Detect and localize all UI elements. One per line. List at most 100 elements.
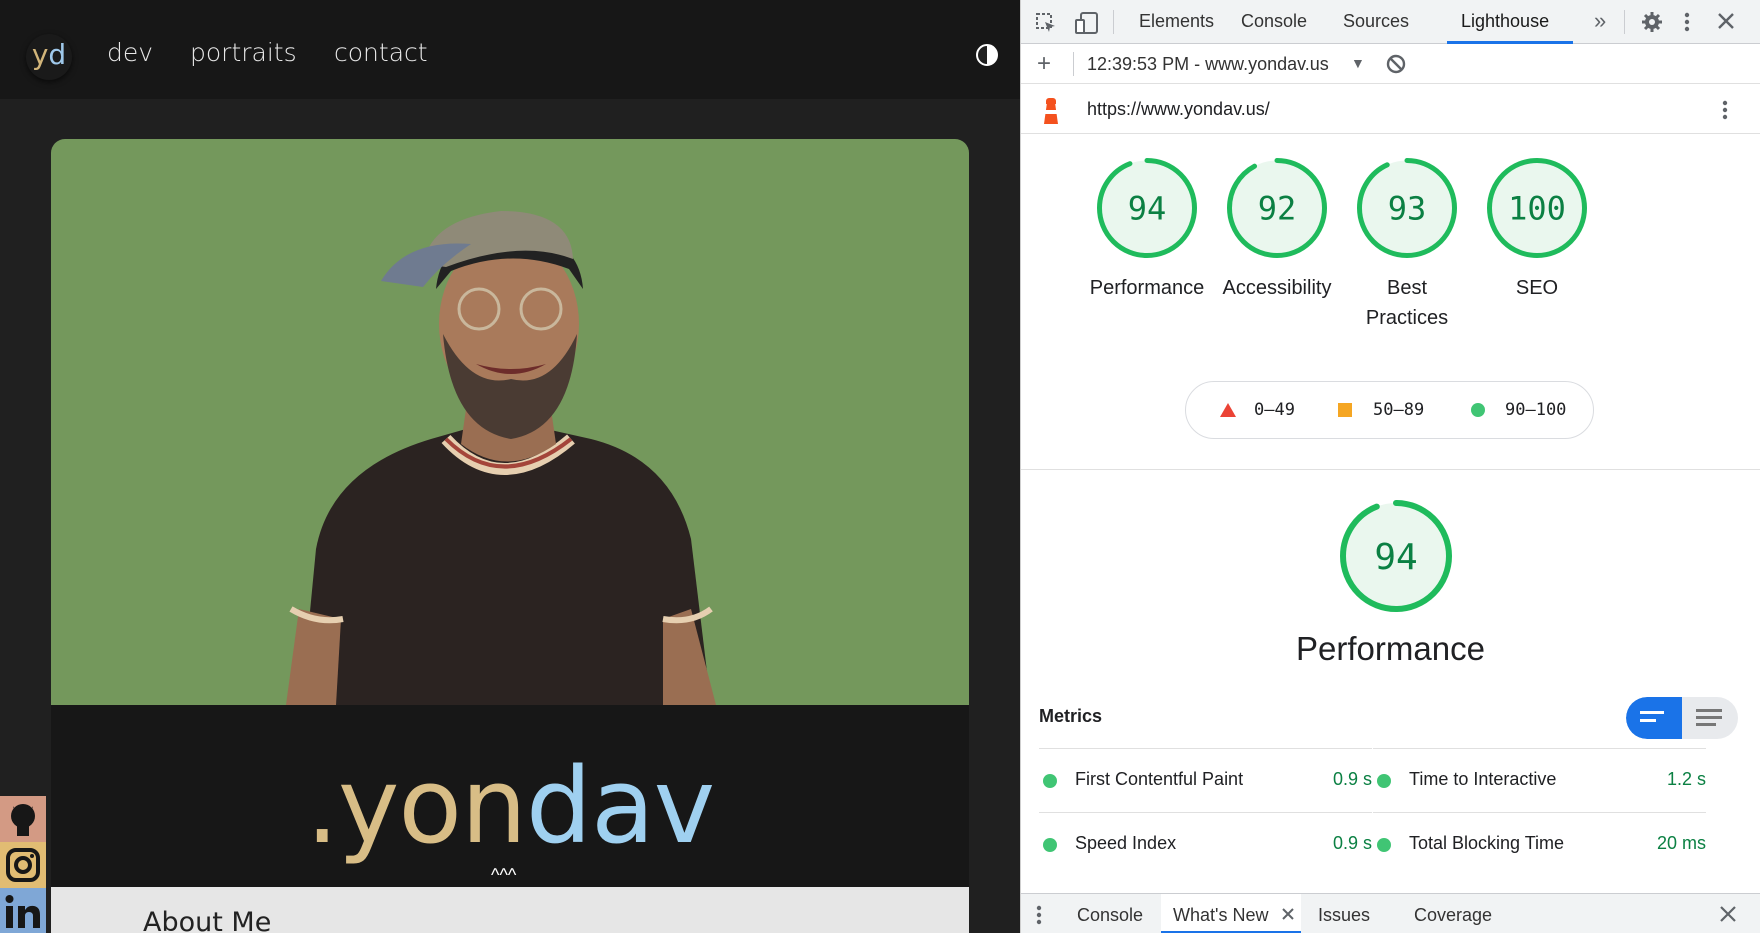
logo-letter-d: d bbox=[48, 38, 67, 71]
gauge-ring: 93 bbox=[1357, 158, 1457, 258]
gauge-label: Accessibility bbox=[1222, 277, 1332, 299]
metric-name: Total Blocking Time bbox=[1409, 833, 1565, 853]
section-divider bbox=[1021, 469, 1760, 470]
brand-band: .yondav ^^^ bbox=[51, 705, 969, 887]
linkedin-icon[interactable] bbox=[0, 888, 46, 933]
close-drawer-icon[interactable] bbox=[1719, 905, 1737, 927]
site-logo[interactable]: yd bbox=[26, 34, 72, 80]
gauge-score: 92 bbox=[1258, 190, 1297, 228]
legend-fail: 0–49 bbox=[1254, 400, 1295, 420]
pass-circle-icon bbox=[1377, 774, 1391, 788]
score-gauge-best-practices[interactable]: 93 Best Practices bbox=[1357, 158, 1457, 329]
drawer-tab-issues[interactable]: Issues bbox=[1318, 905, 1370, 926]
tab-console[interactable]: Console bbox=[1241, 11, 1307, 32]
nav-link-dev[interactable]: dev bbox=[107, 38, 153, 67]
chevron-double-right-icon[interactable]: » bbox=[1594, 10, 1606, 32]
scroll-down-icon[interactable]: ^^^ bbox=[491, 865, 516, 886]
metric-row[interactable]: First Contentful Paint 0.9 s bbox=[1039, 748, 1372, 812]
portrait-illustration bbox=[51, 139, 969, 705]
average-square-icon bbox=[1338, 403, 1352, 417]
drawer-tab-coverage[interactable]: Coverage bbox=[1414, 905, 1492, 926]
gauge-ring: 94 bbox=[1097, 158, 1197, 258]
brand-part-2: dav bbox=[525, 745, 715, 867]
toolbar-separator bbox=[1624, 10, 1625, 34]
pass-circle-icon bbox=[1377, 838, 1391, 852]
gauge-ring: 92 bbox=[1227, 158, 1327, 258]
devtools-panel: Elements Console Sources Lighthouse » + … bbox=[1021, 0, 1760, 933]
metric-value: 1.2 s bbox=[1666, 769, 1706, 789]
hero-card: .yondav ^^^ About Me bbox=[51, 139, 969, 933]
metric-value: 20 ms bbox=[1656, 833, 1706, 853]
score-legend: 0–49 50–89 90–100 bbox=[1185, 381, 1594, 439]
metric-value: 0.9 s bbox=[1332, 769, 1372, 789]
report-url-bar: https://www.yondav.us/ bbox=[1021, 84, 1760, 134]
lighthouse-icon bbox=[1042, 98, 1060, 124]
theme-toggle-icon[interactable] bbox=[976, 44, 998, 66]
devtools-drawer: Console What's New Issues Coverage bbox=[1021, 893, 1760, 933]
metric-value: 0.9 s bbox=[1332, 833, 1372, 853]
close-icon[interactable] bbox=[1716, 11, 1736, 35]
toolbar-separator bbox=[1113, 10, 1114, 34]
gauge-label: Best Practices bbox=[1365, 277, 1449, 329]
metric-row[interactable]: Total Blocking Time 20 ms bbox=[1373, 812, 1706, 876]
metric-name: Time to Interactive bbox=[1409, 769, 1557, 789]
report-menu-icon[interactable] bbox=[1721, 99, 1729, 125]
device-toolbar-icon[interactable] bbox=[1075, 12, 1099, 38]
toolbar-separator bbox=[1073, 52, 1074, 76]
website-viewport: yd dev portraits contact .yondav ^^^ Abo… bbox=[0, 0, 1020, 933]
gauge-score: 100 bbox=[1508, 190, 1566, 228]
tab-elements[interactable]: Elements bbox=[1139, 11, 1214, 32]
brand-wordmark: .yondav bbox=[51, 745, 969, 867]
pass-circle-icon bbox=[1471, 403, 1485, 417]
expanded-view-button[interactable] bbox=[1682, 697, 1738, 739]
close-tab-icon[interactable] bbox=[1281, 905, 1295, 925]
gauge-label: SEO bbox=[1515, 277, 1559, 299]
metric-row[interactable]: Time to Interactive 1.2 s bbox=[1373, 748, 1706, 812]
clear-icon[interactable] bbox=[1386, 54, 1406, 78]
performance-gauge: 94 bbox=[1340, 500, 1452, 617]
compact-view-button[interactable] bbox=[1626, 697, 1682, 739]
drawer-menu-icon[interactable] bbox=[1035, 904, 1043, 930]
lighthouse-toolbar: + 12:39:53 PM - www.yondav.us ▼ bbox=[1021, 44, 1760, 84]
report-selector[interactable]: 12:39:53 PM - www.yondav.us bbox=[1087, 54, 1347, 75]
inspect-element-icon[interactable] bbox=[1035, 12, 1057, 38]
pass-circle-icon bbox=[1043, 774, 1057, 788]
nav-link-portraits[interactable]: portraits bbox=[190, 38, 297, 67]
more-options-icon[interactable] bbox=[1683, 11, 1691, 37]
performance-title: Performance bbox=[1296, 630, 1485, 667]
score-gauge-performance[interactable]: 94 Performance bbox=[1090, 158, 1204, 299]
gauge-score: 94 bbox=[1128, 190, 1167, 228]
metric-row[interactable]: Speed Index 0.9 s bbox=[1039, 812, 1372, 876]
report-url[interactable]: https://www.yondav.us/ bbox=[1087, 99, 1270, 120]
instagram-icon[interactable] bbox=[0, 842, 46, 888]
gauge-ring: 94 bbox=[1340, 500, 1452, 612]
portrait-svg bbox=[286, 211, 716, 705]
drawer-tab-console[interactable]: Console bbox=[1077, 905, 1143, 926]
metric-name: First Contentful Paint bbox=[1075, 769, 1244, 789]
fail-triangle-icon bbox=[1220, 403, 1236, 417]
github-icon[interactable] bbox=[0, 796, 46, 842]
metric-name: Speed Index bbox=[1075, 833, 1177, 853]
gauge-ring: 100 bbox=[1487, 158, 1587, 258]
brand-part-1: .yon bbox=[305, 745, 527, 867]
score-gauge-seo[interactable]: 100 SEO bbox=[1487, 158, 1587, 299]
tab-lighthouse[interactable]: Lighthouse bbox=[1461, 11, 1549, 32]
logo-letter-y: y bbox=[31, 38, 49, 71]
gauge-score: 93 bbox=[1388, 190, 1427, 228]
gauge-score: 94 bbox=[1374, 537, 1417, 578]
about-title: About Me bbox=[143, 907, 272, 933]
score-gauge-accessibility[interactable]: 92 Accessibility bbox=[1223, 158, 1331, 299]
pass-circle-icon bbox=[1043, 838, 1057, 852]
gear-icon[interactable] bbox=[1641, 11, 1663, 37]
site-header: yd dev portraits contact bbox=[0, 0, 1020, 99]
metrics-view-toggle[interactable] bbox=[1626, 697, 1738, 739]
metrics-heading: Metrics bbox=[1039, 706, 1103, 726]
nav-link-contact[interactable]: contact bbox=[334, 38, 428, 67]
drawer-tab-whats-new[interactable]: What's New bbox=[1173, 905, 1268, 926]
devtools-tabbar: Elements Console Sources Lighthouse » bbox=[1021, 0, 1760, 44]
caret-down-icon[interactable]: ▼ bbox=[1351, 53, 1365, 73]
tab-sources[interactable]: Sources bbox=[1343, 11, 1409, 32]
legend-average: 50–89 bbox=[1373, 400, 1425, 420]
legend-pass: 90–100 bbox=[1505, 400, 1567, 420]
plus-icon[interactable]: + bbox=[1037, 52, 1051, 76]
